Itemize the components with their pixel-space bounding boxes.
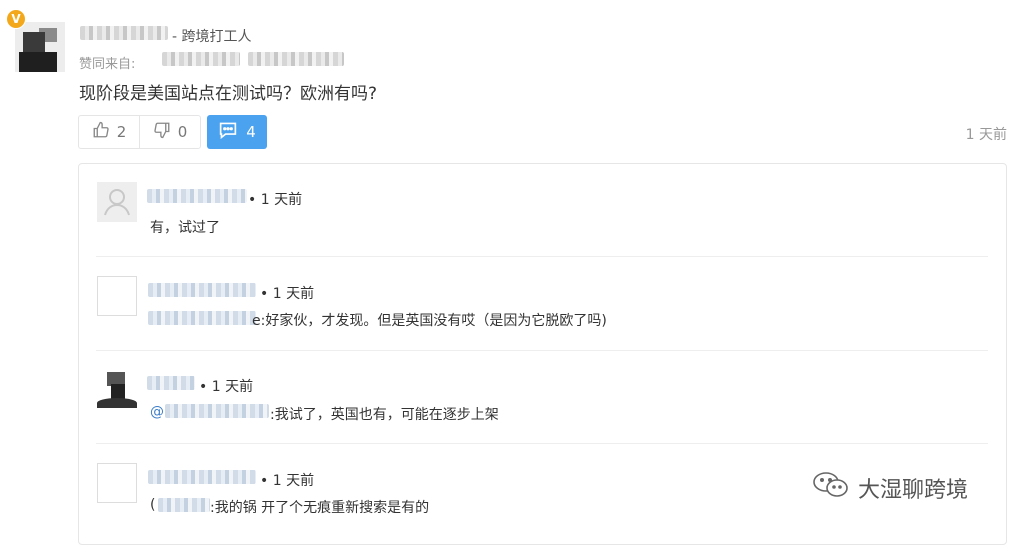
reply-avatar[interactable]	[97, 368, 139, 410]
reply-avatar[interactable]	[97, 182, 137, 222]
reply-text: e:好家伙，才发现。但是英国没有哎（是因为它脱欧了吗)	[252, 313, 607, 329]
post-time: 1 天前	[965, 127, 1007, 143]
reply-avatar[interactable]	[97, 276, 137, 316]
reply-text: 有，试过了	[150, 220, 220, 236]
author-title: - 跨境打工人	[172, 29, 252, 45]
mention-prefix[interactable]: @	[150, 404, 164, 420]
divider	[96, 350, 988, 351]
watermark-text: 大湿聊跨境	[858, 478, 969, 503]
reply-author-blurred[interactable]	[148, 470, 256, 484]
verified-badge: V	[6, 9, 26, 29]
reply-prefix: (	[150, 497, 156, 513]
watermark: 大湿聊跨境	[812, 471, 968, 505]
divider	[96, 443, 988, 444]
mention-blurred[interactable]	[148, 311, 256, 325]
reply-avatar[interactable]	[97, 463, 137, 503]
upvoted-from-label: 赞同来自:	[79, 57, 136, 72]
comment-count: 4	[246, 123, 256, 141]
upvoter-name-blurred[interactable]	[162, 52, 240, 66]
reply-time: • 1 天前	[248, 192, 303, 208]
author-avatar[interactable]	[15, 22, 65, 72]
reply-time: • 1 天前	[199, 379, 254, 395]
reply-author-blurred[interactable]	[148, 283, 256, 297]
question-text: 现阶段是美国站点在测试吗？欧洲有吗?	[79, 84, 378, 104]
upvoter-name-blurred[interactable]	[248, 52, 344, 66]
author-name-blurred[interactable]	[80, 26, 168, 40]
default-user-icon	[104, 189, 130, 216]
reply-author-blurred[interactable]	[147, 376, 195, 390]
reply-author-blurred[interactable]	[147, 189, 247, 203]
thumbs-up-icon	[92, 121, 110, 143]
comment-icon	[218, 121, 238, 143]
divider	[96, 256, 988, 257]
wechat-icon	[812, 471, 850, 505]
mention-blurred[interactable]	[165, 404, 269, 418]
reply-text: :我的锅 开了个无痕重新搜索是有的	[210, 500, 430, 516]
reply-time: • 1 天前	[260, 286, 315, 302]
downvote-count: 0	[177, 123, 188, 141]
mention-blurred[interactable]	[158, 498, 210, 512]
comments-button[interactable]: 4	[207, 115, 267, 149]
upvote-count: 2	[116, 123, 127, 141]
reply-text: :我试了，英国也有，可能在逐步上架	[270, 407, 499, 423]
thumbs-down-icon	[153, 121, 171, 143]
downvote-button[interactable]: 0	[139, 115, 201, 149]
upvote-button[interactable]: 2	[78, 115, 140, 149]
reply-time: • 1 天前	[260, 473, 315, 489]
